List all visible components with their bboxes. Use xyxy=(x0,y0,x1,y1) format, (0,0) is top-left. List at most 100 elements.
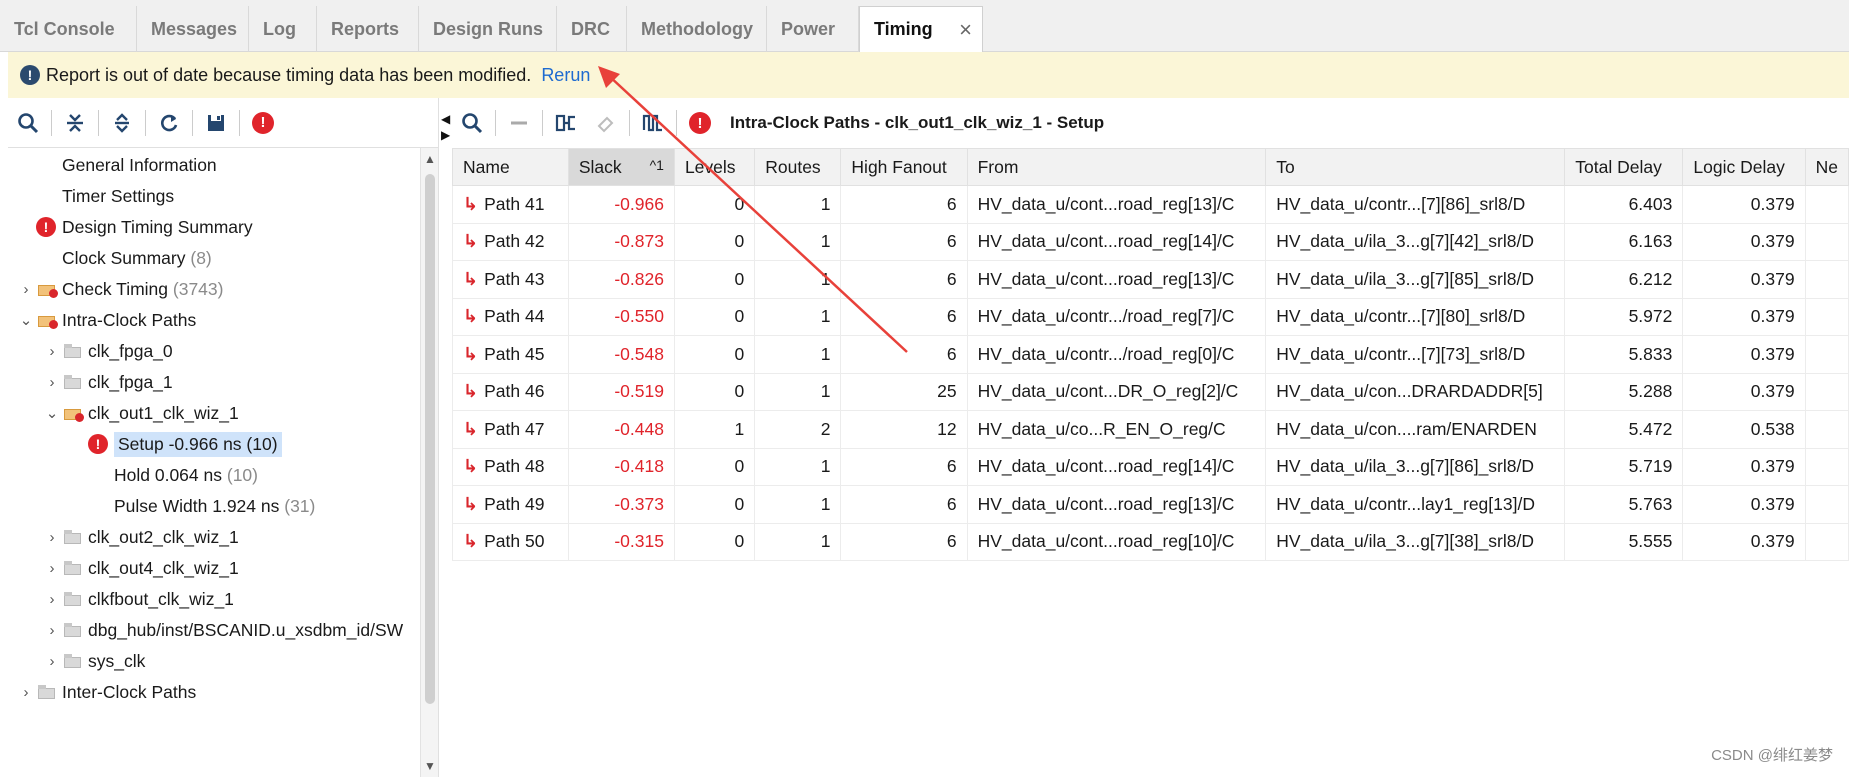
error-filter-icon[interactable]: ! xyxy=(248,108,278,138)
refresh-icon[interactable] xyxy=(154,108,184,138)
column-header-name[interactable]: Name xyxy=(452,148,569,186)
table-row[interactable]: ↳ Path 47 -0.448 1 2 12 HV_data_u/co...R_EN_O_… xyxy=(452,410,1849,449)
chevron-right-icon[interactable]: › xyxy=(44,653,60,670)
highlight-icon[interactable] xyxy=(591,108,621,138)
tree-item-clk-out4-clk-wiz-1[interactable]: › clk_out4_clk_wiz_1 xyxy=(44,551,239,585)
chevron-right-icon[interactable]: › xyxy=(44,529,60,546)
tree-item-general-information[interactable]: General Information xyxy=(62,148,217,182)
table-row[interactable]: ↳ Path 44 -0.550 0 1 6 HV_data_u/contr.../road… xyxy=(452,297,1849,336)
chevron-down-icon[interactable]: ⌄ xyxy=(18,311,34,329)
cell-to: HV_data_u/con....ram/ENARDEN xyxy=(1265,410,1566,449)
scroll-down-icon[interactable]: ▼ xyxy=(424,759,436,773)
error-icon: ! xyxy=(88,434,108,454)
table-row[interactable]: ↳ Path 45 -0.548 0 1 6 HV_data_u/contr.../road… xyxy=(452,335,1849,374)
path-name: Path 45 xyxy=(484,343,545,364)
tree-item-clk-out2-clk-wiz-1[interactable]: › clk_out2_clk_wiz_1 xyxy=(44,520,239,554)
cell-net-delay xyxy=(1804,372,1849,411)
chevron-right-icon[interactable]: › xyxy=(44,622,60,639)
rerun-link[interactable]: Rerun xyxy=(541,65,590,86)
column-header-to[interactable]: To xyxy=(1265,148,1566,186)
tree-item-label: Design Timing Summary xyxy=(62,216,253,237)
tree-item-count: (10) xyxy=(226,464,258,485)
collapse-right-icon[interactable]: ▶ xyxy=(441,128,450,142)
cell-to: HV_data_u/contr...lay1_reg[13]/D xyxy=(1265,485,1566,524)
column-header-logic-delay[interactable]: Logic Delay xyxy=(1682,148,1806,186)
column-header-slack[interactable]: Slack ^1 xyxy=(567,148,675,186)
error-icon: ! xyxy=(36,217,56,237)
schematic-icon[interactable] xyxy=(551,108,581,138)
collapse-left-icon[interactable]: ◀ xyxy=(441,112,450,126)
chevron-right-icon[interactable]: › xyxy=(44,591,60,608)
tab-power[interactable]: Power xyxy=(767,6,859,52)
scroll-up-icon[interactable]: ▲ xyxy=(424,152,436,166)
tree-item-hold[interactable]: Hold 0.064 ns (10) xyxy=(114,458,258,492)
tree-item-timer-settings[interactable]: Timer Settings xyxy=(62,179,174,213)
search-icon[interactable] xyxy=(13,108,43,138)
column-header-net-delay[interactable]: Ne xyxy=(1804,148,1849,186)
tab-tcl-console[interactable]: Tcl Console xyxy=(0,6,137,52)
tab-label: Reports xyxy=(331,18,400,39)
table-row[interactable]: ↳ Path 46 -0.519 0 1 25 HV_data_u/cont...DR_O_… xyxy=(452,372,1849,411)
tree-item-design-timing-summary[interactable]: ! Design Timing Summary xyxy=(36,210,253,244)
error-filter-icon[interactable]: ! xyxy=(685,108,715,138)
table-row[interactable]: ↳ Path 48 -0.418 0 1 6 HV_data_u/cont...road_r… xyxy=(452,447,1849,486)
scrollbar-thumb[interactable] xyxy=(425,174,435,704)
tree-item-sys-clk[interactable]: › sys_clk xyxy=(44,644,146,678)
chevron-right-icon[interactable]: › xyxy=(44,374,60,391)
tree-item-count: (3743) xyxy=(172,278,224,299)
tree-item-pulse-width[interactable]: Pulse Width 1.924 ns (31) xyxy=(114,489,315,523)
tree-item-label: General Information xyxy=(62,154,217,175)
panel-splitter[interactable]: ◀ ▶ xyxy=(438,98,453,777)
tab-messages[interactable]: Messages xyxy=(137,6,249,52)
cell-fanout: 6 xyxy=(840,335,968,374)
column-header-levels[interactable]: Levels xyxy=(673,148,756,186)
table-row[interactable]: ↳ Path 49 -0.373 0 1 6 HV_data_u/cont...road_r… xyxy=(452,485,1849,524)
expand-all-icon[interactable] xyxy=(107,108,137,138)
tree-item-inter-clock-paths[interactable]: › Inter-Clock Paths xyxy=(18,675,197,709)
collapse-all-icon[interactable] xyxy=(60,108,90,138)
table-row[interactable]: ↳ Path 41 -0.966 0 1 6 HV_data_u/cont...road_r… xyxy=(452,185,1849,224)
tab-reports[interactable]: Reports xyxy=(317,6,419,52)
chevron-right-icon[interactable]: › xyxy=(44,343,60,360)
tree-item-clkfbout-clk-wiz-1[interactable]: › clkfbout_clk_wiz_1 xyxy=(44,582,234,616)
cell-to: HV_data_u/ila_3...g[7][86]_srl8/D xyxy=(1265,447,1566,486)
column-header-routes[interactable]: Routes xyxy=(754,148,842,186)
table-row[interactable]: ↳ Path 50 -0.315 0 1 6 HV_data_u/cont...road_r… xyxy=(452,522,1849,561)
cell-from: HV_data_u/cont...DR_O_reg[2]/C xyxy=(966,372,1267,411)
chevron-down-icon[interactable]: ⌄ xyxy=(44,404,60,422)
tree-item-clk-fpga-0[interactable]: › clk_fpga_0 xyxy=(44,334,173,368)
tree-item-clk-fpga-1[interactable]: › clk_fpga_1 xyxy=(44,365,173,399)
tree-item-clock-summary[interactable]: Clock Summary (8) xyxy=(62,241,212,275)
column-header-from[interactable]: From xyxy=(966,148,1267,186)
chevron-right-icon[interactable]: › xyxy=(18,281,34,298)
tab-log[interactable]: Log xyxy=(249,6,317,52)
table-row[interactable]: ↳ Path 42 -0.873 0 1 6 HV_data_u/cont...road_r… xyxy=(452,222,1849,261)
cell-fanout: 6 xyxy=(840,485,968,524)
tab-timing[interactable]: Timing × xyxy=(859,6,983,52)
column-header-total-delay[interactable]: Total Delay xyxy=(1564,148,1684,186)
tree-item-setup[interactable]: ! Setup -0.966 ns (10) xyxy=(88,427,282,461)
table-row[interactable]: ↳ Path 43 -0.826 0 1 6 HV_data_u/cont...road_r… xyxy=(452,260,1849,299)
tree-item-label: Intra-Clock Paths xyxy=(62,309,197,330)
tree-item-clk-out1-clk-wiz-1[interactable]: ⌄ clk_out1_clk_wiz_1 xyxy=(44,396,239,430)
tree-item-dbg-hub[interactable]: › dbg_hub/inst/BSCANID.u_xsdbm_id/SW xyxy=(44,613,404,647)
minus-icon[interactable] xyxy=(504,108,534,138)
save-icon[interactable] xyxy=(201,108,231,138)
tab-drc[interactable]: DRC xyxy=(557,6,627,52)
tree-item-check-timing[interactable]: › Check Timing (3743) xyxy=(18,272,224,306)
cell-from: HV_data_u/cont...road_reg[14]/C xyxy=(966,447,1267,486)
cell-total: 5.288 xyxy=(1564,372,1684,411)
chevron-right-icon[interactable]: › xyxy=(18,684,34,701)
chevron-right-icon[interactable]: › xyxy=(44,560,60,577)
search-icon[interactable] xyxy=(457,108,487,138)
waveform-icon[interactable] xyxy=(638,108,668,138)
tree-scrollbar[interactable]: ▲ ▼ xyxy=(420,148,439,777)
column-header-high-fanout[interactable]: High Fanout xyxy=(840,148,968,186)
tree-item-label: Hold 0.064 ns xyxy=(114,464,222,485)
tree-item-intra-clock-paths[interactable]: ⌄ Intra-Clock Paths xyxy=(18,303,197,337)
info-icon: ! xyxy=(20,65,40,85)
tab-design-runs[interactable]: Design Runs xyxy=(419,6,557,52)
folder-icon xyxy=(64,375,82,389)
close-tab-icon[interactable]: × xyxy=(959,17,972,43)
tab-methodology[interactable]: Methodology xyxy=(627,6,767,52)
